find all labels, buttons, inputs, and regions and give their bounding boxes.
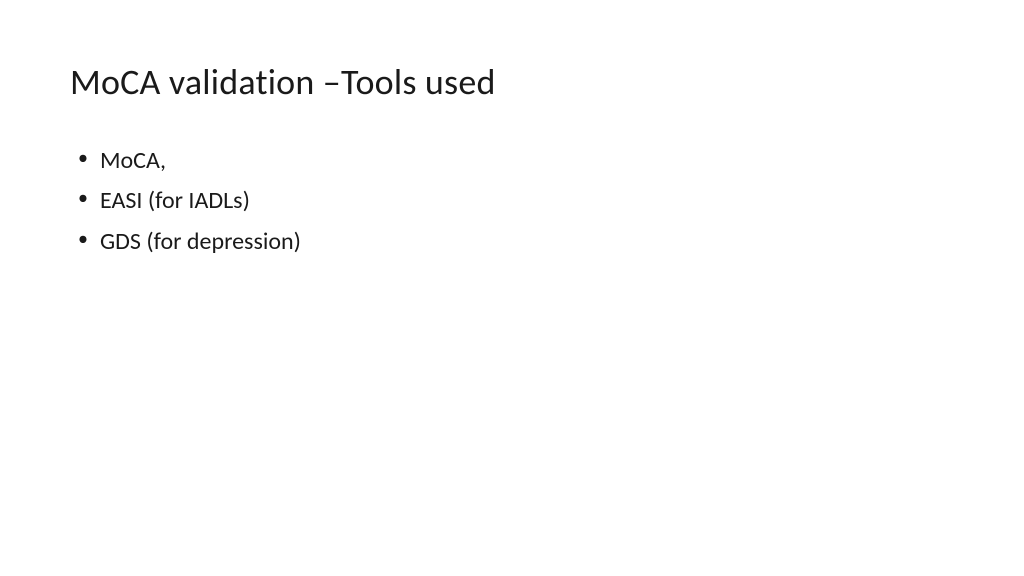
list-item: GDS (for depression): [78, 223, 954, 261]
bullet-list: MoCA, EASI (for IADLs) GDS (for depressi…: [70, 142, 954, 261]
list-item: EASI (for IADLs): [78, 182, 954, 220]
slide-title: MoCA validation –Tools used: [70, 60, 954, 104]
list-item: MoCA,: [78, 142, 954, 180]
